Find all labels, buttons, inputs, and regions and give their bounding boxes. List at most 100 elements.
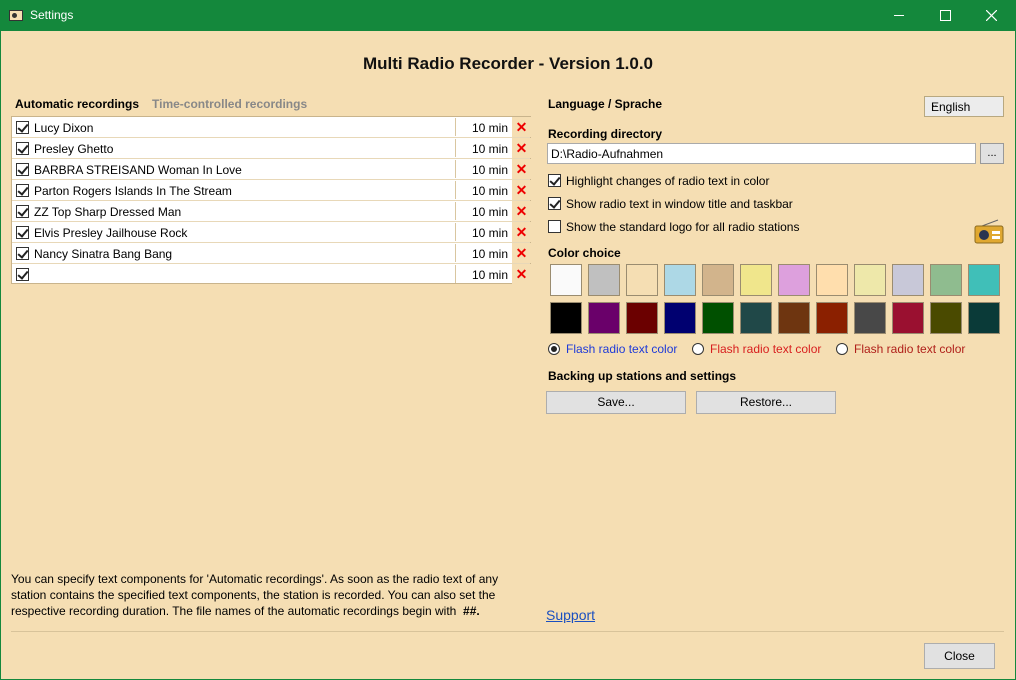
tab-automatic-recordings[interactable]: Automatic recordings [15, 97, 139, 111]
list-item: ZZ Top Sharp Dressed Man 10 min ✕ [12, 201, 531, 222]
recordings-list: Lucy Dixon 10 min ✕ Presley Ghetto 10 mi… [11, 116, 531, 284]
color-swatch[interactable] [702, 264, 734, 296]
recording-duration[interactable]: 10 min [456, 142, 508, 156]
tab-time-controlled-recordings[interactable]: Time-controlled recordings [152, 97, 307, 111]
color-swatch[interactable] [968, 264, 1000, 296]
close-icon [985, 10, 997, 21]
color-swatch[interactable] [854, 302, 886, 334]
list-item: Parton Rogers Islands In The Stream 10 m… [12, 180, 531, 201]
radio-button[interactable] [836, 342, 848, 355]
color-swatch[interactable] [854, 264, 886, 296]
delete-icon[interactable]: ✕ [512, 201, 531, 221]
recording-checkbox[interactable] [16, 121, 29, 134]
page-title: Multi Radio Recorder - Version 1.0.0 [362, 54, 654, 73]
color-swatch[interactable] [740, 264, 772, 296]
color-swatch[interactable] [664, 302, 696, 334]
delete-icon[interactable]: ✕ [512, 180, 531, 200]
recording-name[interactable]: Elvis Presley Jailhouse Rock [34, 226, 187, 240]
recording-name[interactable]: BARBRA STREISAND Woman In Love [34, 163, 242, 177]
recording-checkbox[interactable] [16, 247, 29, 260]
language-select[interactable]: English ⌄ [924, 96, 1004, 117]
color-swatch[interactable] [930, 264, 962, 296]
language-label: Language / Sprache [548, 97, 663, 111]
delete-icon[interactable]: ✕ [512, 264, 531, 284]
list-item: Nancy Sinatra Bang Bang 10 min ✕ [12, 243, 531, 264]
recording-name[interactable]: Presley Ghetto [34, 142, 113, 156]
color-swatch[interactable] [816, 302, 848, 334]
option-show-radio-text[interactable]: Show radio text in window title and task… [548, 196, 793, 211]
recording-duration[interactable]: 10 min [456, 163, 508, 177]
browse-button[interactable]: ... [980, 143, 1004, 164]
recording-directory-input[interactable]: D:\Radio-Aufnahmen [547, 143, 976, 164]
color-swatch[interactable] [892, 302, 924, 334]
color-swatch[interactable] [740, 302, 772, 334]
recording-duration[interactable]: 10 min [456, 184, 508, 198]
delete-icon[interactable]: ✕ [512, 138, 531, 158]
flash-label: Flash radio text color [710, 341, 822, 356]
radio-icon [9, 10, 23, 21]
recording-duration[interactable]: 10 min [456, 268, 508, 282]
color-swatch[interactable] [664, 264, 696, 296]
flash-label: Flash radio text color [854, 341, 966, 356]
window-title: Settings [30, 8, 74, 22]
flash-option-red[interactable]: Flash radio text color [692, 341, 821, 356]
close-window-button[interactable] [968, 0, 1014, 31]
color-swatch[interactable] [816, 264, 848, 296]
info-text-body: You can specify text components for 'Aut… [11, 572, 499, 618]
restore-button[interactable]: Restore... [696, 391, 836, 414]
recording-duration[interactable]: 10 min [456, 247, 508, 261]
recording-duration[interactable]: 10 min [456, 226, 508, 240]
option-standard-logo[interactable]: Show the standard logo for all radio sta… [548, 219, 799, 234]
color-choice-label: Color choice [548, 246, 621, 260]
color-swatch[interactable] [550, 302, 582, 334]
recording-duration[interactable]: 10 min [456, 121, 508, 135]
delete-icon[interactable]: ✕ [512, 159, 531, 179]
flash-label: Flash radio text color [566, 341, 678, 356]
radio-logo-icon [974, 219, 1004, 244]
color-swatch[interactable] [778, 302, 810, 334]
recording-checkbox[interactable] [16, 184, 29, 197]
recording-checkbox[interactable] [16, 163, 29, 176]
color-swatch[interactable] [588, 302, 620, 334]
option-highlight-changes[interactable]: Highlight changes of radio text in color [548, 173, 769, 188]
delete-icon[interactable]: ✕ [512, 117, 531, 137]
recording-checkbox[interactable] [16, 142, 29, 155]
color-swatch[interactable] [626, 302, 658, 334]
radio-button[interactable] [692, 342, 704, 355]
recording-checkbox[interactable] [16, 268, 29, 281]
color-swatch[interactable] [702, 302, 734, 334]
support-link[interactable]: Support [546, 607, 595, 623]
recording-name[interactable]: Lucy Dixon [34, 121, 93, 135]
recording-checkbox[interactable] [16, 226, 29, 239]
show-title-checkbox[interactable] [548, 197, 561, 211]
chevron-down-icon: ⌄ [931, 99, 939, 109]
recording-checkbox[interactable] [16, 205, 29, 218]
color-swatch[interactable] [968, 302, 1000, 334]
delete-icon[interactable]: ✕ [512, 222, 531, 242]
recording-name[interactable]: ZZ Top Sharp Dressed Man [34, 205, 181, 219]
radio-button[interactable] [548, 342, 560, 355]
color-swatch[interactable] [892, 264, 924, 296]
minimize-button[interactable] [876, 0, 922, 31]
recording-duration[interactable]: 10 min [456, 205, 508, 219]
maximize-button[interactable] [922, 0, 968, 31]
highlight-checkbox[interactable] [548, 174, 561, 188]
flash-option-darkred[interactable]: Flash radio text color [836, 341, 965, 356]
delete-icon[interactable]: ✕ [512, 243, 531, 263]
recording-name[interactable]: Parton Rogers Islands In The Stream [34, 184, 232, 198]
close-button[interactable]: Close [924, 643, 995, 669]
list-item: Lucy Dixon 10 min ✕ [12, 117, 531, 138]
color-swatch[interactable] [550, 264, 582, 296]
standard-logo-checkbox[interactable] [548, 220, 561, 234]
list-item: 10 min ✕ [12, 264, 531, 285]
color-swatch[interactable] [588, 264, 620, 296]
recording-directory-value: D:\Radio-Aufnahmen [551, 147, 664, 161]
divider [11, 631, 1004, 632]
color-swatch[interactable] [930, 302, 962, 334]
flash-option-blue[interactable]: Flash radio text color [548, 341, 677, 356]
color-swatch[interactable] [778, 264, 810, 296]
color-swatch[interactable] [626, 264, 658, 296]
title-bar: Settings [0, 0, 1016, 31]
recording-name[interactable]: Nancy Sinatra Bang Bang [34, 247, 172, 261]
save-button[interactable]: Save... [546, 391, 686, 414]
